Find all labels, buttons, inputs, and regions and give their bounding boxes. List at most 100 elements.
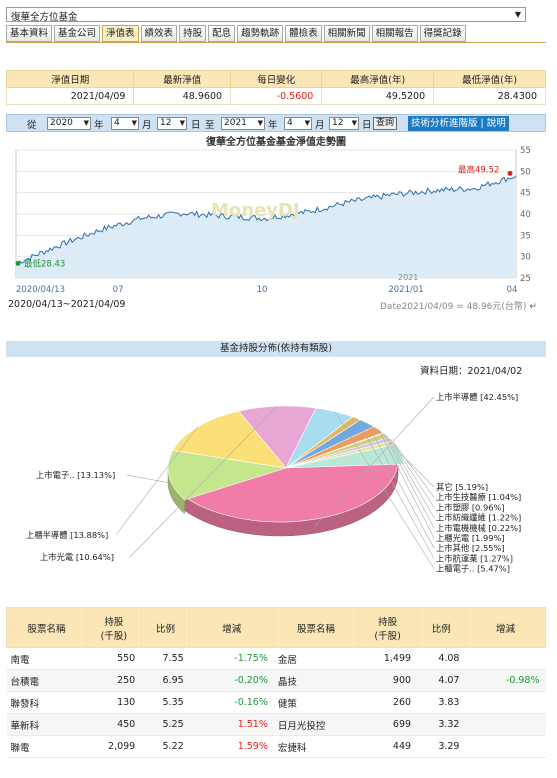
holdings-row: 華新科 450 5.25 1.51% 日月光投控 699 3.32 <box>6 713 546 736</box>
shares-cell: 449 <box>358 735 418 758</box>
header-shares-2: 持股 (千股) <box>357 607 418 648</box>
tab-news[interactable]: 相關新聞 <box>323 25 370 42</box>
fund-select-value: 復華全方位基金 <box>11 12 78 23</box>
pie-slice-label: 上市半導體 [42.45%] <box>436 392 518 402</box>
tech-analysis-button[interactable]: 技術分析進階版 | 說明 <box>408 116 509 131</box>
header-ratio: 比例 <box>140 607 191 648</box>
tab-fund-company[interactable]: 基金公司 <box>54 25 101 42</box>
x-tick-label: 10 <box>257 285 268 295</box>
change-cell: -0.16% <box>189 691 274 714</box>
y-tick-label: 35 <box>520 231 531 241</box>
nav-date: 2021/04/09 <box>5 87 135 105</box>
shares-cell: 550 <box>86 647 142 670</box>
stock-name-cell: 台積電 <box>6 669 87 692</box>
stock-name-cell: 健策 <box>273 691 359 714</box>
holdings-table: 股票名稱 持股 (千股) 比例 增減 股票名稱 持股 (千股) 比例 增減 南電 55… <box>6 607 547 758</box>
nav-line-chart: 55 50 45 40 35 30 25 MoneyDJ 最高49.52 最低28.43 2021 2… <box>15 146 531 295</box>
chevron-down-icon: ▼ <box>514 10 521 19</box>
header-shares-line1-2: 持股 <box>378 616 398 628</box>
chevron-down-icon: ▼ <box>131 119 137 127</box>
header-ratio-2: 比例 <box>416 607 466 648</box>
chevron-down-icon: ▼ <box>83 119 89 127</box>
y-tick-label: 50 <box>520 167 531 177</box>
header-shares-line2: (千股) <box>100 630 128 642</box>
tab-basic-info[interactable]: 基本資料 <box>6 25 53 42</box>
stock-name-cell: 聯電 <box>6 735 87 758</box>
help-link[interactable]: 說明 <box>487 118 506 129</box>
year-label: 年 <box>94 120 104 131</box>
to-year-select[interactable]: 2021 ▼ <box>221 117 265 130</box>
header-nav-date: 淨值日期 <box>5 70 135 88</box>
stock-name-cell: 日月光投控 <box>273 713 359 736</box>
to-month-select[interactable]: 4 ▼ <box>284 117 312 130</box>
chart-watermark: MoneyDJ <box>211 200 300 221</box>
chevron-down-icon: ▼ <box>304 119 310 127</box>
holdings-row: 聯發科 130 5.35 -0.16% 健策 260 3.83 <box>6 691 546 714</box>
change-cell <box>465 691 546 714</box>
header-shares: 持股 (千股) <box>86 607 142 648</box>
ratio-cell: 6.95 <box>141 669 190 692</box>
shares-cell: 900 <box>358 669 418 692</box>
tab-performance[interactable]: 績效表 <box>140 25 178 42</box>
stock-name-cell: 晶技 <box>273 669 359 692</box>
tab-nav-table[interactable]: 淨值表 <box>102 25 139 42</box>
change-cell: 1.59% <box>189 735 274 758</box>
pie-slice-label: 上櫃光電 [1.99%] <box>436 533 505 543</box>
ratio-cell: 5.25 <box>141 713 190 736</box>
ratio-cell: 3.32 <box>417 713 466 736</box>
tab-reports[interactable]: 相關報告 <box>371 25 418 42</box>
shares-cell: 260 <box>358 691 418 714</box>
shares-cell: 450 <box>86 713 142 736</box>
from-day-select[interactable]: 12 ▼ <box>157 117 187 130</box>
from-day-value: 12 <box>160 118 172 128</box>
pie-slice-label: 上市電機機械 [0.22%] <box>436 523 521 533</box>
distribution-data-date: 資料日期：2021/04/02 <box>420 366 523 377</box>
pie-slice-label: 其它 [5.19%] <box>436 482 488 492</box>
tab-trend[interactable]: 趨勢軌跡 <box>237 25 284 42</box>
to-label: 至 <box>205 120 215 131</box>
to-day-select[interactable]: 12 ▼ <box>329 117 359 130</box>
date-range-bar: 從 2020 ▼ 年 4 ▼ 月 12 ▼ 日 至 2021 ▼ 年 4 ▼ 月 12 ▼ … <box>6 114 546 132</box>
pie-slice-label: 上市生技醫療 [1.04%] <box>436 492 521 502</box>
chart-date-stamp: Date2021/04/09 = 48.96元(台幣) ↵ <box>380 302 537 312</box>
x-tick-label: 07 <box>113 285 124 295</box>
fund-select[interactable]: 復華全方位基金 ▼ <box>6 7 526 23</box>
pie-slice-label: 上市航運業 [1.27%] <box>436 553 513 563</box>
from-month-select[interactable]: 4 ▼ <box>111 117 139 130</box>
tab-checkup[interactable]: 體檢表 <box>285 25 322 42</box>
stock-name-cell: 華新科 <box>6 713 87 736</box>
x-tick-label: 04 <box>507 285 518 295</box>
from-year-select[interactable]: 2020 ▼ <box>47 117 91 130</box>
stock-name-cell: 聯發科 <box>6 691 87 714</box>
distribution-title: 基金持股分佈(依持有類股) <box>6 341 546 357</box>
pie-slice-label: 上市其他 [2.55%] <box>436 543 505 553</box>
pie-slice-label: 上櫃電子.. [5.47%] <box>436 564 510 574</box>
shares-cell: 250 <box>86 669 142 692</box>
change-cell: 1.51% <box>189 713 274 736</box>
tab-dividend[interactable]: 配息 <box>208 25 236 42</box>
tab-awards[interactable]: 得獎記錄 <box>419 25 466 42</box>
stock-name-cell: 宏捷科 <box>273 735 359 758</box>
header-stock-name-2: 股票名稱 <box>273 607 359 648</box>
chart-range-text: 2020/04/13~2021/04/09 <box>8 299 126 310</box>
ratio-cell: 5.22 <box>141 735 190 758</box>
y-tick-label: 40 <box>520 210 531 220</box>
date-stamp-text: Date2021/04/09 = 48.96元(台幣) <box>380 302 527 312</box>
shares-cell: 699 <box>358 713 418 736</box>
tab-divider <box>6 42 546 43</box>
change-cell <box>465 713 546 736</box>
tab-holdings[interactable]: 持股 <box>179 25 207 42</box>
year-label-2: 年 <box>268 120 278 131</box>
y-tick-label: 25 <box>520 274 531 284</box>
ratio-cell: 3.29 <box>417 735 466 758</box>
query-button[interactable]: 查詢 <box>373 117 398 130</box>
to-day-value: 12 <box>332 118 344 128</box>
header-latest-nav: 最新淨值 <box>133 70 232 88</box>
holdings-row: 聯電 2,099 5.22 1.59% 宏捷科 449 3.29 <box>6 735 546 758</box>
change-cell <box>465 735 546 758</box>
shares-cell: 130 <box>86 691 142 714</box>
ratio-cell: 4.07 <box>417 669 466 692</box>
pie-leader-line <box>393 442 435 498</box>
to-month-value: 4 <box>287 118 293 128</box>
high-label: 最高49.52 <box>458 164 499 175</box>
